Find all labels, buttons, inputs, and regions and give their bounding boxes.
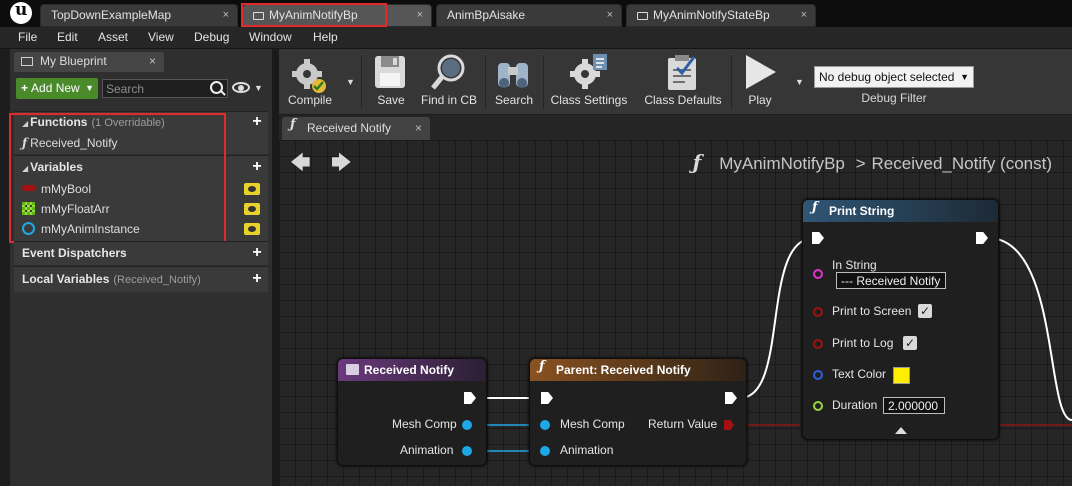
animation-pin-label: Animation (400, 443, 454, 457)
animation-pin-label: Animation (560, 443, 614, 457)
text-color-pin[interactable] (813, 370, 823, 380)
exec-wire (987, 237, 1072, 421)
print-to-log-checkbox[interactable]: ✓ (903, 336, 917, 350)
in-string-label: In String (832, 258, 877, 272)
mesh-comp-pin-label: Mesh Comp (392, 417, 457, 431)
text-color-label: Text Color (832, 367, 887, 381)
in-string-pin[interactable] (813, 269, 823, 279)
animation-out-pin[interactable] (462, 446, 472, 456)
print-to-screen-label: Print to Screen (832, 304, 912, 318)
duration-label: Duration (832, 398, 878, 412)
duration-pin[interactable] (813, 401, 823, 411)
print-to-log-label: Print to Log (832, 336, 894, 350)
print-to-screen-checkbox[interactable]: ✓ (918, 304, 932, 318)
function-icon: ƒ (539, 359, 545, 374)
mesh-comp-in-pin[interactable] (540, 420, 550, 430)
return-value-pin-label: Return Value (648, 417, 718, 431)
print-to-screen-pin[interactable] (813, 307, 823, 317)
advanced-expand-icon[interactable] (895, 427, 907, 434)
in-string-input[interactable] (836, 272, 946, 289)
text-color-swatch[interactable] (893, 367, 910, 384)
duration-input[interactable] (883, 397, 945, 414)
node-header: ƒ Print String (803, 200, 998, 222)
mesh-comp-out-pin[interactable] (462, 420, 472, 430)
event-icon (346, 364, 359, 375)
animation-in-pin[interactable] (540, 446, 550, 456)
function-icon: ƒ (812, 200, 818, 215)
print-to-log-pin[interactable] (813, 339, 823, 349)
node-header: Received Notify (338, 359, 486, 381)
mesh-comp-pin-label: Mesh Comp (560, 417, 625, 431)
node-header: ƒ Parent: Received Notify (530, 359, 746, 381)
